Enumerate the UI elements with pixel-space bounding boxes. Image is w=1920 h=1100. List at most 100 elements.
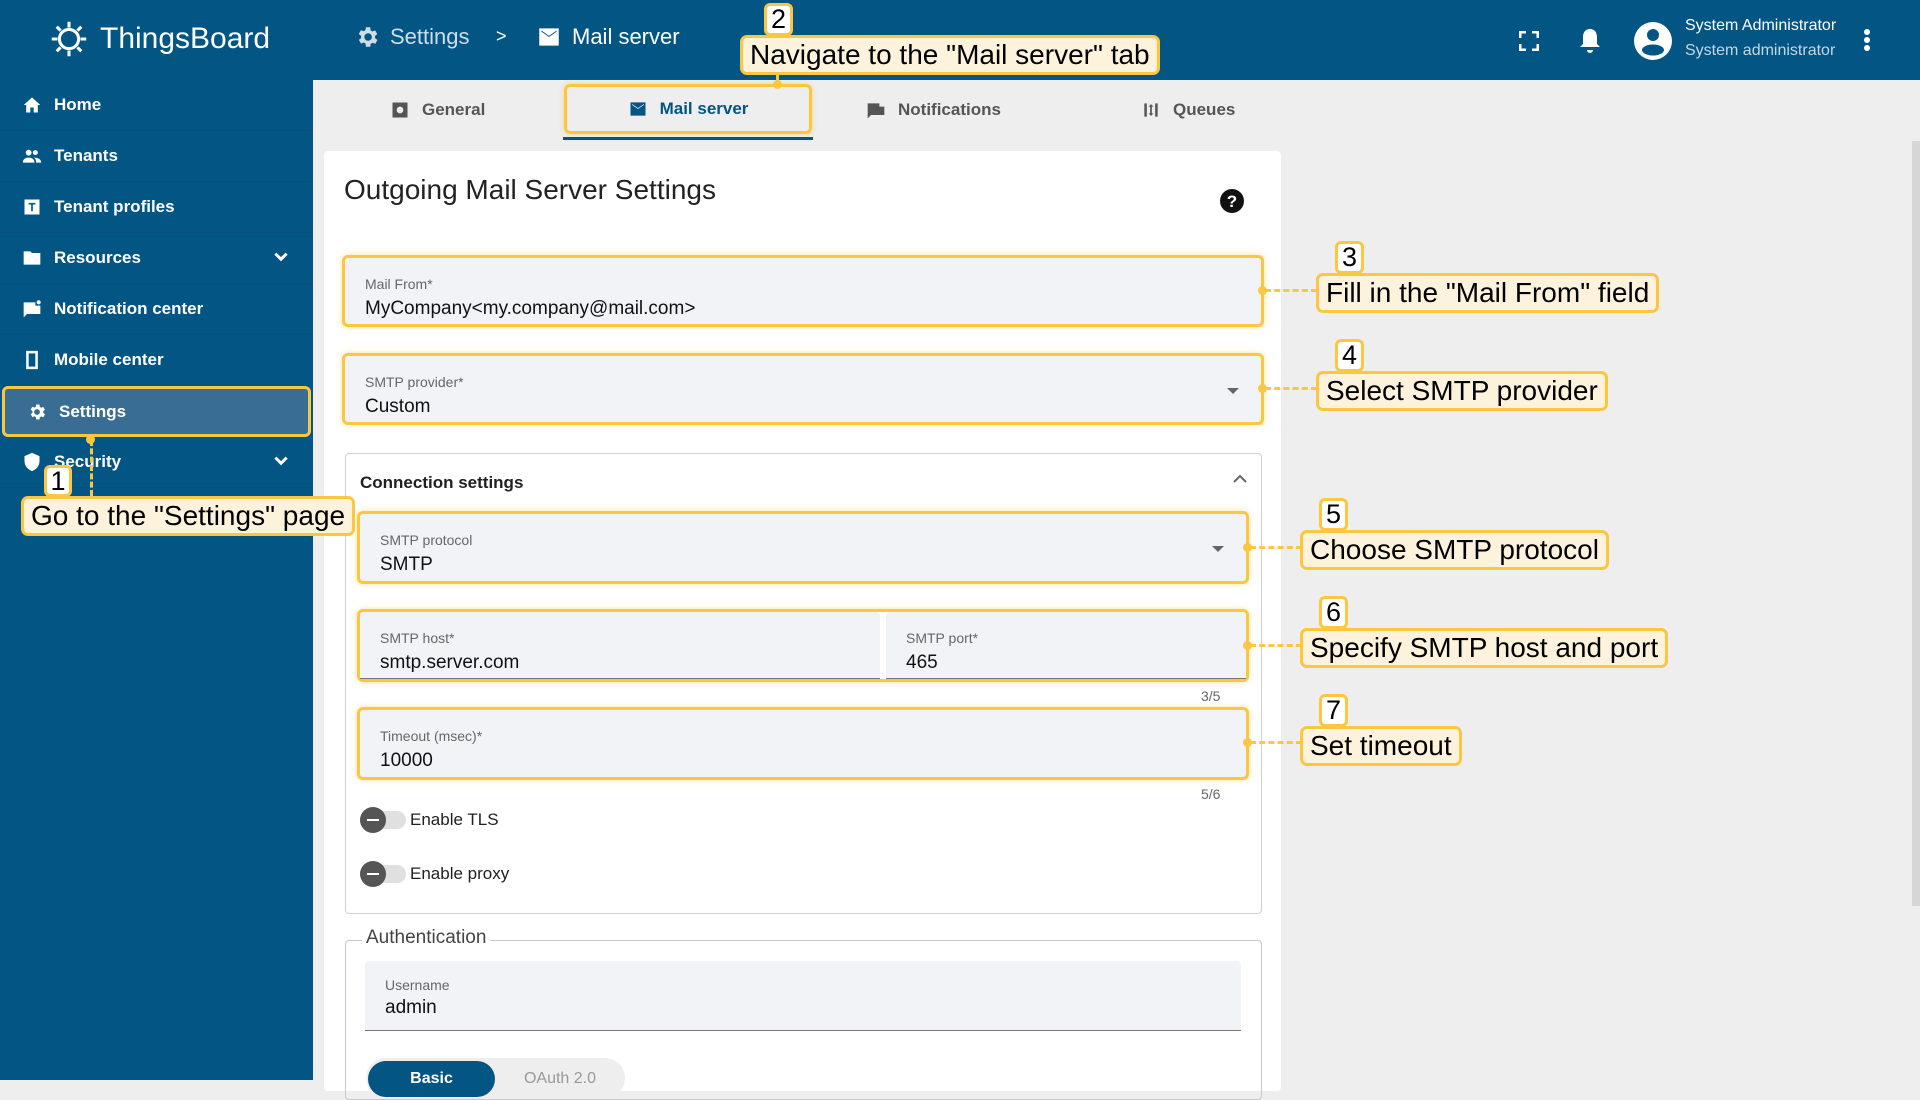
breadcrumb-label: Settings [390, 24, 470, 49]
annotation-label: Select SMTP provider [1316, 371, 1608, 411]
annotation-label: Set timeout [1300, 726, 1462, 766]
auth-oauth2-button[interactable]: OAuth 2.0 [500, 1070, 620, 1088]
sidebar-item-label: Notification center [54, 299, 204, 318]
annotation-number: 1 [44, 465, 72, 497]
page-title: Outgoing Mail Server Settings [344, 174, 716, 205]
sidebar-item-tenants[interactable]: Tenants [0, 131, 313, 182]
port-char-counter: 3/5 [1201, 688, 1221, 704]
annotation-connector [1250, 546, 1302, 549]
user-name: System Administrator [1685, 17, 1837, 34]
timeout-char-counter: 5/6 [1201, 786, 1221, 802]
mail-icon [630, 102, 646, 116]
username-input[interactable]: Username admin [365, 961, 1241, 1031]
field-value: 10000 [380, 750, 433, 771]
notification-icon [867, 103, 885, 119]
field-value: Custom [365, 396, 431, 417]
settings-box-icon [392, 102, 408, 118]
smtp-port-input[interactable]: SMTP port* 465 [886, 612, 1246, 679]
smtp-host-input[interactable]: SMTP host* smtp.server.com [360, 612, 880, 679]
tab-mail-server[interactable]: Mail server [564, 84, 812, 134]
breadcrumb-label: Mail server [572, 24, 680, 49]
field-value: MyCompany<my.company@mail.com> [365, 298, 696, 319]
field-label: SMTP host* [380, 630, 455, 646]
sidebar-item-label: Settings [59, 401, 127, 421]
enable-proxy-toggle[interactable] [360, 861, 406, 887]
annotation-number: 7 [1319, 694, 1348, 727]
annotation-number: 3 [1335, 241, 1364, 274]
field-value: smtp.server.com [380, 652, 520, 673]
more-vert-icon[interactable] [1863, 28, 1871, 52]
annotation-dot [773, 80, 782, 89]
breadcrumb-settings[interactable]: Settings [354, 24, 470, 50]
chevron-up-icon[interactable] [1232, 473, 1248, 485]
tab-queues[interactable]: Queues [1141, 80, 1235, 140]
sidebar-item-notification-center[interactable]: Notification center [0, 284, 313, 335]
tab-label: Mail server [659, 99, 749, 118]
annotation-connector [1250, 741, 1302, 744]
mail-from-input[interactable]: Mail From* MyCompany<my.company@mail.com… [342, 255, 1264, 327]
gear-icon [30, 404, 45, 419]
smtp-provider-select[interactable]: SMTP provider* Custom [342, 353, 1264, 425]
folder-icon [23, 251, 41, 265]
logo[interactable]: ThingsBoard [46, 16, 270, 62]
annotation-label: Choose SMTP protocol [1300, 530, 1609, 570]
gear-icon [358, 27, 378, 47]
sidebar-item-settings[interactable]: Settings [2, 386, 311, 437]
tenant-profile-icon [24, 199, 40, 215]
annotation-connector [1250, 644, 1302, 647]
queues-icon [1144, 103, 1158, 117]
enable-tls-toggle[interactable] [360, 807, 406, 833]
active-tab-indicator [563, 137, 813, 140]
bell-icon[interactable] [1578, 27, 1602, 55]
field-label: SMTP protocol [380, 532, 473, 548]
annotation-connector [1265, 289, 1317, 292]
annotation-label: Specify SMTP host and port [1300, 628, 1669, 668]
smtp-protocol-select[interactable]: SMTP protocol SMTP [357, 511, 1249, 584]
annotation-label: Go to the "Settings" page [21, 496, 356, 536]
mobile-icon [26, 350, 38, 370]
field-label: Username [385, 977, 450, 993]
connection-settings-title: Connection settings [360, 473, 524, 492]
timeout-input[interactable]: Timeout (msec)* 10000 [357, 707, 1249, 780]
annotation-connector [90, 440, 93, 496]
dropdown-arrow-icon [1227, 388, 1239, 394]
fullscreen-icon[interactable] [1519, 31, 1539, 51]
scrollbar[interactable] [1912, 141, 1920, 906]
field-label: SMTP provider* [365, 374, 464, 390]
chevron-down-icon [274, 456, 288, 466]
avatar[interactable] [1633, 21, 1673, 61]
auth-basic-button[interactable]: Basic [368, 1061, 495, 1097]
tab-label: Notifications [898, 100, 1001, 119]
annotation-label: Navigate to the "Mail server" tab [740, 35, 1160, 75]
sidebar-item-home[interactable]: Home [0, 80, 313, 131]
sidebar-item-resources[interactable]: Resources [0, 233, 313, 284]
dropdown-arrow-icon [1212, 546, 1224, 552]
sidebar-item-label: Tenants [54, 146, 118, 165]
sidebar-item-label: Tenant profiles [54, 197, 175, 216]
sidebar: Home Tenants Tenant profiles Resources N… [0, 80, 313, 1080]
svg-text:?: ? [1227, 192, 1237, 211]
host-port-group: SMTP host* smtp.server.com SMTP port* 46… [357, 609, 1249, 682]
enable-tls-label: Enable TLS [410, 810, 499, 829]
tab-general[interactable]: General [390, 80, 485, 140]
field-label: Timeout (msec)* [380, 728, 483, 744]
annotation-number: 6 [1319, 596, 1348, 629]
breadcrumb-mail-server: Mail server [536, 24, 680, 50]
annotation-dot [86, 435, 95, 444]
annotation-number: 2 [764, 3, 793, 36]
sidebar-item-label: Home [54, 95, 102, 114]
thingsboard-logo-icon [51, 21, 87, 57]
tab-notifications[interactable]: Notifications [866, 80, 1001, 140]
tab-label: Queues [1173, 100, 1236, 119]
shield-icon [24, 452, 40, 472]
mail-icon [539, 28, 559, 46]
annotation-number: 5 [1319, 498, 1348, 531]
sidebar-item-mobile-center[interactable]: Mobile center [0, 335, 313, 386]
field-value: 465 [906, 652, 938, 673]
sidebar-item-tenant-profiles[interactable]: Tenant profiles [0, 182, 313, 233]
sidebar-item-label: Mobile center [54, 350, 164, 369]
help-icon[interactable]: ? [1219, 188, 1245, 214]
field-value: admin [385, 997, 437, 1018]
field-label: Mail From* [365, 276, 433, 292]
notification-center-icon [23, 300, 41, 318]
